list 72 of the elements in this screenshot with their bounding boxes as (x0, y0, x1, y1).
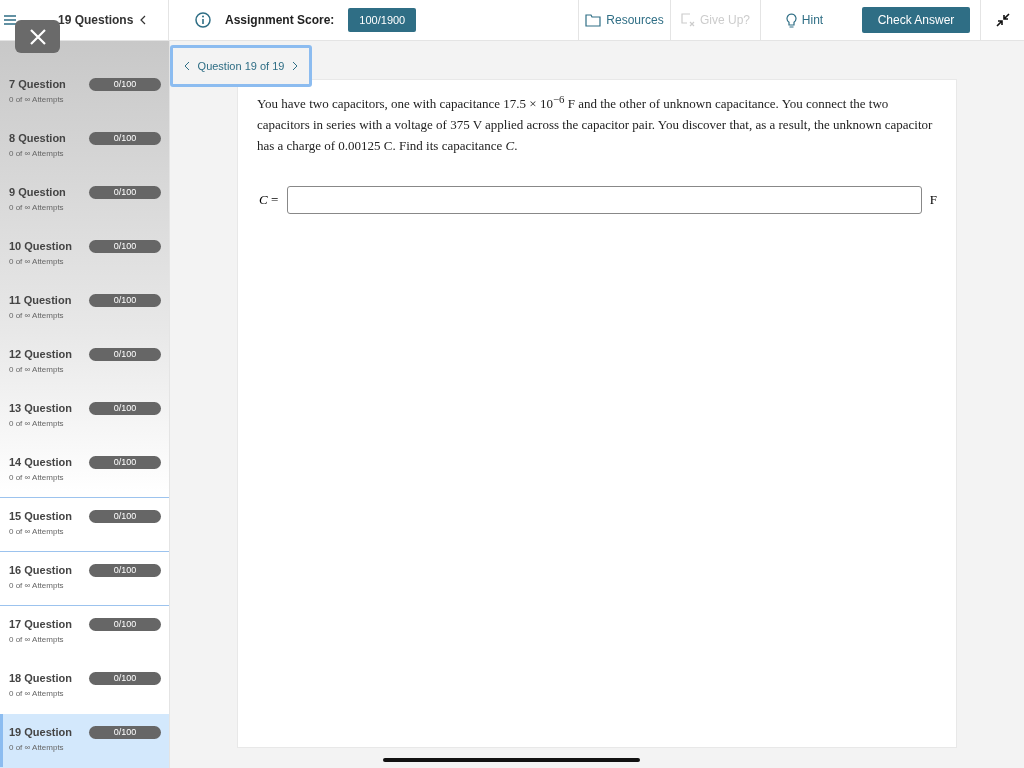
attempts-text: 0 of ∞ Attempts (9, 257, 65, 266)
close-icon (28, 27, 47, 46)
score-pill: 0/100 (89, 618, 161, 631)
question-item[interactable]: 16 Question 0/100 0 of ∞ Attempts (0, 552, 169, 606)
question-title: 10 Question (9, 240, 73, 253)
chevron-left-icon[interactable] (139, 15, 148, 25)
question-title: 16 Question (9, 564, 73, 577)
score-pill: 0/100 (89, 726, 161, 739)
question-item[interactable]: 13 Question 0/100 0 of ∞ Attempts (0, 390, 169, 444)
score-badge: 100/1900 (348, 8, 417, 32)
unit-label: F (929, 192, 937, 209)
question-item[interactable]: 11 Question 0/100 0 of ∞ Attempts (0, 282, 169, 336)
answer-field[interactable] (287, 186, 922, 215)
attempts-text: 0 of ∞ Attempts (9, 149, 65, 158)
question-item[interactable]: 10 Question 0/100 0 of ∞ Attempts (0, 228, 169, 282)
question-nav-label: Question 19 of 19 (197, 60, 285, 72)
attempts-text: 0 of ∞ Attempts (9, 689, 65, 698)
question-item[interactable]: 9 Question 0/100 0 of ∞ Attempts (0, 174, 169, 228)
close-button[interactable] (15, 20, 60, 53)
attempts-text: 0 of ∞ Attempts (9, 635, 65, 644)
score-pill: 0/100 (89, 294, 161, 307)
info-icon[interactable] (195, 12, 211, 28)
question-title: 7 Question (9, 78, 67, 91)
question-item[interactable]: 19 Question 0/100 0 of ∞ Attempts (0, 714, 169, 768)
lightbulb-icon (785, 12, 797, 28)
attempts-text: 0 of ∞ Attempts (9, 743, 65, 752)
attempts-text: 0 of ∞ Attempts (9, 473, 65, 482)
question-text: You have two capacitors, one with capacitance 17.5 × 10$^{−6}$ F and the other of unknown capacitance. You connect the two capacitors in series with a voltage of 375 V applied across the capacitor pair. You discover that, as a result, the unknown capacitor has a charge of 0.00125 C. Find its capacitance C. (257, 92, 934, 156)
question-title: 12 Question (9, 348, 73, 361)
question-item[interactable]: 8 Question 0/100 0 of ∞ Attempts (0, 120, 169, 174)
score-pill: 0/100 (89, 456, 161, 469)
question-title: 14 Question (9, 456, 73, 469)
score-pill: 0/100 (89, 402, 161, 415)
list-icon[interactable] (4, 15, 16, 25)
attempts-text: 0 of ∞ Attempts (9, 203, 65, 212)
question-title: 13 Question (9, 402, 73, 415)
box-x-icon (681, 13, 695, 27)
question-item[interactable]: 18 Question 0/100 0 of ∞ Attempts (0, 660, 169, 714)
question-item[interactable]: 15 Question 0/100 0 of ∞ Attempts (0, 498, 169, 552)
score-pill: 0/100 (89, 186, 161, 199)
attempts-text: 0 of ∞ Attempts (9, 311, 65, 320)
question-title: 15 Question (9, 510, 73, 523)
folder-icon (585, 13, 602, 27)
question-item[interactable]: 17 Question 0/100 0 of ∞ Attempts (0, 606, 169, 660)
answer-label: C = (259, 192, 279, 209)
attempts-text: 0 of ∞ Attempts (9, 527, 65, 536)
attempts-text: 0 of ∞ Attempts (9, 419, 65, 428)
score-pill: 0/100 (89, 132, 161, 145)
question-item[interactable]: 12 Question 0/100 0 of ∞ Attempts (0, 336, 169, 390)
score-pill: 0/100 (89, 564, 161, 577)
question-title: 17 Question (9, 618, 73, 631)
score-pill: 0/100 (89, 78, 161, 91)
attempts-text: 0 of ∞ Attempts (9, 95, 65, 104)
check-answer-button[interactable]: Check Answer (862, 7, 970, 33)
score-label: Assignment Score: (225, 13, 335, 27)
question-title: 8 Question (9, 132, 67, 145)
question-title: 18 Question (9, 672, 73, 685)
question-title: 11 Question (9, 294, 73, 307)
score-pill: 0/100 (89, 348, 161, 361)
attempts-text: 0 of ∞ Attempts (9, 581, 65, 590)
question-title: 9 Question (9, 186, 67, 199)
question-item[interactable]: 14 Question 0/100 0 of ∞ Attempts (0, 444, 169, 498)
score-pill: 0/100 (89, 240, 161, 253)
question-title: 19 Question (9, 726, 73, 739)
question-nav[interactable]: Question 19 of 19 (170, 45, 312, 87)
question-item[interactable]: 7 Question 0/100 0 of ∞ Attempts (0, 66, 169, 120)
chevron-right-icon[interactable] (292, 61, 299, 71)
score-pill: 0/100 (89, 510, 161, 523)
score-pill: 0/100 (89, 672, 161, 685)
attempts-text: 0 of ∞ Attempts (9, 365, 65, 374)
shrink-icon[interactable] (995, 13, 1010, 27)
questions-header: 19 Questions (58, 13, 134, 27)
